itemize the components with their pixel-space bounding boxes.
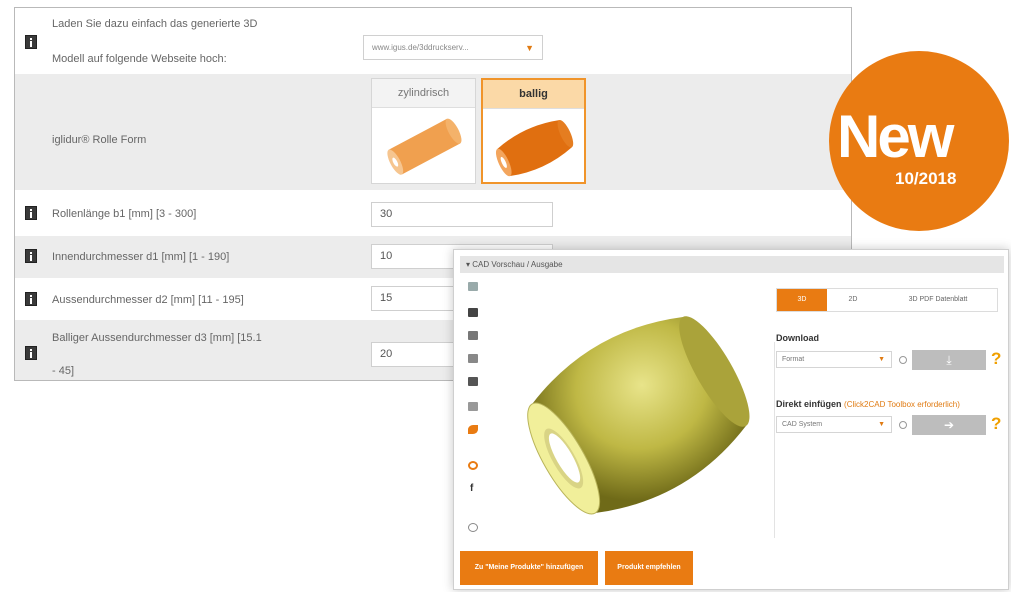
- tab-3d-pdf[interactable]: 3D PDF Datenblatt: [879, 289, 997, 311]
- radio-option[interactable]: [899, 356, 907, 364]
- param-label-aussendurchmesser: Aussendurchmesser d2 [mm] [11 - 195]: [52, 294, 244, 306]
- new-badge-text: New: [837, 103, 954, 170]
- rotate-icon[interactable]: [468, 461, 478, 470]
- cad-system-value: CAD System: [782, 421, 823, 428]
- direkt-einfuegen-title: Direkt einfügen (Click2CAD Toolbox erfor…: [776, 399, 960, 409]
- tab-2d[interactable]: 2D: [827, 289, 879, 311]
- zoom-icon[interactable]: [468, 523, 478, 532]
- param-label-innendurchmesser: Innendurchmesser d1 [mm] [1 - 190]: [52, 251, 230, 263]
- arrow-right-icon: ➔: [943, 418, 955, 432]
- insert-button[interactable]: ➔: [912, 415, 986, 435]
- upload-site-value: www.igus.de/3ddruckserv...: [372, 43, 469, 52]
- info-icon[interactable]: [25, 346, 37, 360]
- view-back-icon[interactable]: [468, 377, 478, 386]
- form-row: iglidur® Rolle Form zylindrisch ballig: [15, 74, 851, 190]
- toolbox-note[interactable]: (Click2CAD Toolbox erforderlich): [844, 400, 960, 409]
- upload-site-select[interactable]: www.igus.de/3ddruckserv... ▼: [363, 35, 543, 60]
- upload-label-line1: Laden Sie dazu einfach das generierte 3D: [52, 18, 258, 30]
- shape-option-label: zylindrisch: [372, 79, 475, 108]
- shape-option-label: ballig: [483, 80, 584, 109]
- ballig-roller-image: [495, 119, 574, 177]
- view-iso-icon[interactable]: [468, 282, 478, 291]
- chevron-down-icon: ▼: [525, 43, 534, 53]
- info-icon[interactable]: [25, 35, 37, 49]
- view-front-icon[interactable]: [468, 308, 478, 317]
- info-icon[interactable]: [25, 206, 37, 220]
- cad-view-tabs: 3D 2D 3D PDF Datenblatt: [776, 288, 998, 312]
- info-icon[interactable]: [25, 292, 37, 306]
- chevron-down-icon: ▼: [878, 356, 885, 363]
- cad-preview-panel: ▾ CAD Vorschau / Ausgabe f 3D 2D 3D PDF …: [453, 249, 1009, 590]
- add-to-my-products-button[interactable]: Zu "Meine Produkte" hinzufügen: [460, 551, 598, 585]
- upload-label-line2: Modell auf folgende Webseite hoch:: [52, 53, 227, 65]
- upload-row: Laden Sie dazu einfach das generierte 3D…: [15, 8, 851, 74]
- download-help-icon[interactable]: ?: [991, 349, 1001, 369]
- shape-option-zylindrisch[interactable]: zylindrisch: [371, 78, 476, 184]
- panel-divider: [774, 342, 775, 538]
- form-label: iglidur® Rolle Form: [52, 134, 147, 146]
- param-label-rollenlaenge: Rollenlänge b1 [mm] [3 - 300]: [52, 208, 197, 220]
- radio-option[interactable]: [899, 421, 907, 429]
- new-badge: New 10/2018: [829, 51, 1009, 231]
- cad-panel-header[interactable]: ▾ CAD Vorschau / Ausgabe: [460, 256, 1004, 273]
- param-label-ballig-line1: Balliger Aussendurchmesser d3 [mm] [15.1: [52, 332, 262, 344]
- measure-icon[interactable]: [468, 425, 478, 434]
- format-select-value: Format: [782, 356, 805, 363]
- param-row: Rollenlänge b1 [mm] [3 - 300] 30: [15, 190, 851, 236]
- view-top-icon[interactable]: [468, 354, 478, 363]
- cad-system-select[interactable]: CAD System ▼: [776, 416, 892, 433]
- shape-option-ballig[interactable]: ballig: [481, 78, 586, 184]
- tab-3d[interactable]: 3D: [777, 289, 827, 311]
- direkt-help-icon[interactable]: ?: [991, 414, 1001, 434]
- chevron-down-icon: ▼: [878, 421, 885, 428]
- direkt-title-text: Direkt einfügen: [776, 399, 842, 409]
- info-icon[interactable]: [25, 249, 37, 263]
- cad-3d-model: [527, 316, 750, 515]
- new-badge-date: 10/2018: [895, 169, 957, 188]
- cylinder-roller-image: [387, 118, 462, 175]
- param-label-ballig-line2: - 45]: [52, 365, 75, 377]
- facebook-icon[interactable]: f: [470, 483, 473, 494]
- download-format-select[interactable]: Format ▼: [776, 351, 892, 368]
- download-title: Download: [776, 333, 819, 343]
- download-button[interactable]: ⤓: [912, 350, 986, 370]
- view-bottom-icon[interactable]: [468, 402, 478, 411]
- rollenlaenge-input[interactable]: 30: [371, 202, 553, 227]
- view-side-icon[interactable]: [468, 331, 478, 340]
- recommend-product-button[interactable]: Produkt empfehlen: [605, 551, 693, 585]
- download-icon: ⤓: [946, 353, 952, 367]
